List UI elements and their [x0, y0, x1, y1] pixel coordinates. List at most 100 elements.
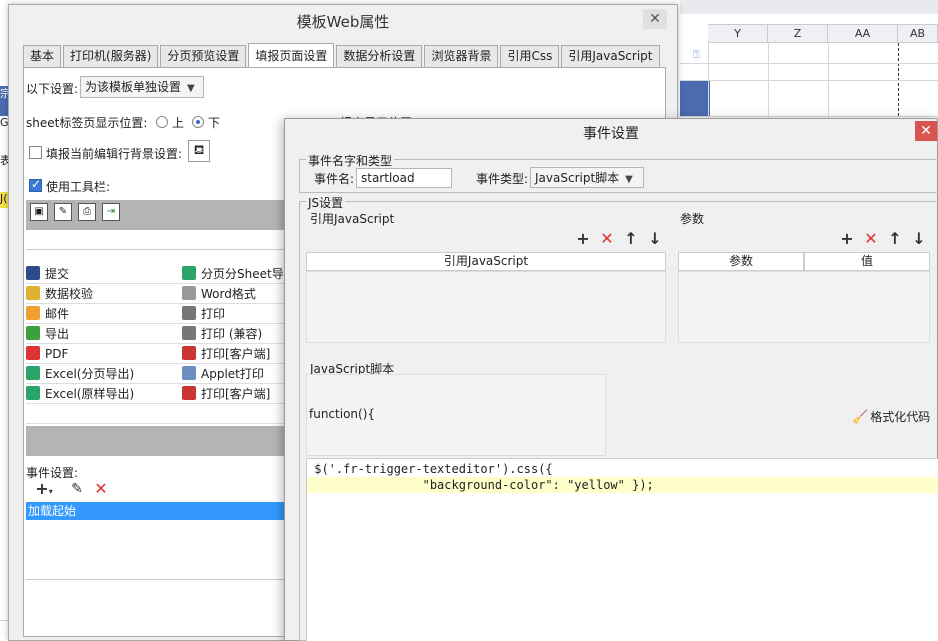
tab-basic[interactable]: 基本 [23, 45, 62, 67]
sheet-position-up-radio[interactable] [156, 116, 168, 128]
list-item[interactable]: 提交 分页分Sheet导出 [26, 264, 296, 284]
group-legend: JS设置 [306, 194, 346, 211]
pdf-icon [26, 346, 40, 360]
move-up-icon[interactable]: ↑ [886, 230, 904, 248]
add-ref-icon[interactable]: + [574, 230, 592, 248]
button-label: 数据校验 [45, 287, 94, 301]
button-label: 提交 [45, 267, 70, 281]
move-down-icon[interactable]: ↓ [910, 230, 928, 248]
excel-icon [182, 266, 196, 280]
event-name-label: 事件名: [314, 172, 355, 186]
column-header-aa[interactable]: AA [828, 24, 898, 43]
ref-js-table[interactable] [306, 271, 666, 343]
sheet-fragment: G [0, 116, 9, 129]
add-event-icon[interactable]: +▾ [30, 480, 58, 498]
sheet-position-down-radio[interactable] [192, 116, 204, 128]
list-item[interactable]: PDF 打印[客户端] [26, 344, 292, 364]
format-code-button[interactable]: 🧹 格式化代码 [852, 408, 938, 426]
move-up-icon[interactable]: ↑ [622, 230, 640, 248]
button-label: Excel(分页导出) [45, 367, 135, 381]
print-icon [182, 326, 196, 340]
chevron-down-icon: ▼ [625, 174, 633, 185]
word-icon [182, 286, 196, 300]
event-type-value: JavaScript脚本 [535, 171, 620, 185]
params-name-header[interactable]: 参数 [678, 252, 804, 271]
sheet-top-strip [680, 0, 938, 14]
close-icon[interactable]: ✕ [915, 121, 937, 141]
params-table[interactable] [678, 271, 930, 343]
settings-select-value: 为该模板单独设置 [85, 80, 182, 94]
button-label: PDF [45, 347, 69, 361]
tab-ref-css[interactable]: 引用Css [500, 45, 560, 67]
button-label: 导出 [45, 327, 70, 341]
excel-icon [26, 386, 40, 400]
close-icon[interactable]: ✕ [643, 9, 667, 29]
paint-bucket-icon[interactable]: ⛾ [188, 140, 210, 162]
column-header-ab[interactable]: AB [898, 24, 938, 43]
selected-cell[interactable] [680, 80, 710, 116]
edit-event-icon[interactable]: ✎ [68, 480, 86, 498]
delete-param-icon[interactable]: ✕ [862, 230, 880, 248]
settings-select[interactable]: 为该模板单独设置 ▼ [80, 76, 204, 98]
brush-icon: 🧹 [852, 410, 869, 425]
tab-ref-javascript[interactable]: 引用JavaScript [561, 45, 660, 67]
group-legend: 事件名字和类型 [306, 152, 395, 169]
tab-data-analysis[interactable]: 数据分析设置 [336, 45, 423, 67]
ref-js-column-header[interactable]: 引用JavaScript [306, 252, 666, 271]
tab-browser-background[interactable]: 浏览器背景 [424, 45, 499, 67]
comment-marker-icon: ⍰ [693, 48, 700, 61]
save-icon[interactable]: ▣ [30, 203, 48, 221]
list-item[interactable]: 邮件 打印 [26, 304, 292, 324]
use-toolbar-checkbox[interactable] [29, 177, 42, 192]
list-item[interactable]: 导出 打印 (兼容) [26, 324, 292, 344]
sheet-fragment: J(( [0, 192, 12, 208]
submit-icon [26, 266, 40, 280]
event-type-select[interactable]: JavaScript脚本 ▼ [530, 167, 644, 188]
format-code-label: 格式化代码 [870, 410, 931, 424]
event-name-input[interactable]: startload [356, 168, 452, 188]
params-value-header[interactable]: 值 [804, 252, 930, 271]
button-label: 打印 (兼容) [201, 327, 263, 341]
event-list-item-selected[interactable]: 加载起始 [26, 502, 292, 520]
settings-label: 以下设置: [26, 82, 79, 96]
edit-icon[interactable]: ✎ [54, 203, 72, 221]
button-label: Applet打印 [201, 367, 264, 381]
button-label: Word格式 [201, 287, 256, 301]
list-item[interactable]: Excel(分页导出) Applet打印 [26, 364, 292, 384]
tab-bar: 基本 打印机(服务器) 分页预览设置 填报页面设置 数据分析设置 浏览器背景 引… [23, 43, 662, 67]
mail-icon [26, 306, 40, 320]
list-item[interactable]: Excel(原样导出) 打印[客户端] [26, 384, 292, 404]
column-header-z[interactable]: Z [768, 24, 828, 43]
bg-setting-checkbox[interactable] [29, 146, 42, 159]
dialog-title: 事件设置 [583, 126, 639, 142]
tab-printer-server[interactable]: 打印机(服务器) [63, 45, 159, 67]
sheet-fragment: 宗 [0, 86, 11, 116]
list-item[interactable]: 数据校验 Word格式 [26, 284, 292, 304]
applet-icon [182, 366, 196, 380]
print-icon[interactable]: ⎙ [78, 203, 96, 221]
button-label: 打印 [201, 307, 226, 321]
export-icon[interactable]: ⇥ [102, 203, 120, 221]
move-down-icon[interactable]: ↓ [646, 230, 664, 248]
delete-ref-icon[interactable]: ✕ [598, 230, 616, 248]
code-line-1: $('.fr-trigger-texteditor').css({ [307, 462, 553, 476]
print-icon [182, 306, 196, 320]
tab-page-preview[interactable]: 分页预览设置 [160, 45, 247, 67]
sheet-position-up-label: 上 [172, 116, 185, 130]
column-header-y[interactable]: Y [708, 24, 768, 43]
dialog-title: 模板Web属性 [296, 13, 390, 31]
ref-js-label: 引用JavaScript [310, 212, 395, 226]
js-settings-group: JS设置 引用JavaScript 参数 + ✕ ↑ ↓ + ✕ ↑ ↓ 引用J… [299, 194, 938, 641]
tab-fill-page-settings[interactable]: 填报页面设置 [248, 43, 335, 67]
delete-event-icon[interactable]: ✕ [92, 480, 110, 498]
event-list [26, 520, 292, 580]
add-param-icon[interactable]: + [838, 230, 856, 248]
sheet-left-strip: 宗 G 表 J(( [0, 86, 12, 226]
code-line-2: "background-color": "yellow" }); [307, 477, 938, 493]
bg-setting-label: 填报当前编辑行背景设置: [46, 147, 183, 161]
print-client-icon [182, 386, 196, 400]
code-editor[interactable]: $('.fr-trigger-texteditor').css({ "backg… [306, 458, 938, 641]
event-settings-label: 事件设置: [26, 466, 79, 480]
function-header-area: function(){ [306, 374, 606, 456]
button-label: 打印[客户端] [201, 387, 271, 401]
